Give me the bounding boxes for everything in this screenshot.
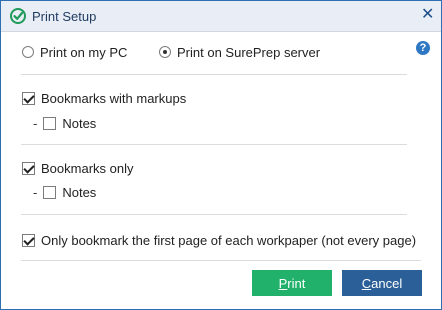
close-icon[interactable]: ✕ <box>421 7 435 23</box>
divider <box>21 74 407 75</box>
checkbox-label: Bookmarks only <box>41 160 134 176</box>
checkbox-label: Notes <box>62 184 97 200</box>
checkbox-label: Bookmarks with markups <box>41 90 187 106</box>
checkbox[interactable] <box>22 161 35 175</box>
radio-print-on-sureprep-server[interactable]: Print on SurePrep server <box>159 44 320 60</box>
cancel-button[interactable]: Cancel <box>342 270 422 296</box>
green-check-circle-icon <box>10 8 26 24</box>
print-setup-dialog: Print Setup ✕ ? Print on my PC Print on … <box>0 0 442 310</box>
checkbox-bookmarks-with-markups[interactable]: Bookmarks with markups <box>22 90 186 106</box>
title-bar: Print Setup ✕ <box>1 1 441 32</box>
radio-button[interactable] <box>22 46 34 58</box>
checkbox[interactable] <box>43 185 57 199</box>
dialog-title: Print Setup <box>32 9 97 24</box>
cancel-label-rest: ancel <box>371 275 403 291</box>
checkbox-label: Only bookmark the first page of each wor… <box>41 232 417 248</box>
print-mnemonic: P <box>278 275 288 291</box>
help-icon[interactable]: ? <box>416 41 430 55</box>
radio-button[interactable] <box>159 46 171 58</box>
checkbox-notes-bookmarks-only[interactable]: - Notes <box>33 184 96 200</box>
print-button[interactable]: Print <box>252 270 332 296</box>
cancel-mnemonic: C <box>361 275 372 291</box>
checkbox-notes-markups[interactable]: - Notes <box>33 115 96 131</box>
indent-dash: - <box>33 184 38 200</box>
radio-label: Print on my PC <box>40 44 128 60</box>
print-label-rest: rint <box>287 275 306 291</box>
checkbox[interactable] <box>22 233 35 247</box>
checkbox[interactable] <box>43 116 57 130</box>
checkbox-label: Notes <box>62 115 97 131</box>
checkbox-first-page-only[interactable]: Only bookmark the first page of each wor… <box>22 232 416 248</box>
radio-print-on-my-pc[interactable]: Print on my PC <box>22 44 127 60</box>
divider <box>21 260 421 261</box>
checkbox-bookmarks-only[interactable]: Bookmarks only <box>22 160 133 176</box>
divider <box>21 214 407 215</box>
divider <box>21 144 407 145</box>
checkbox[interactable] <box>22 91 35 105</box>
indent-dash: - <box>33 115 38 131</box>
radio-label: Print on SurePrep server <box>177 44 321 60</box>
